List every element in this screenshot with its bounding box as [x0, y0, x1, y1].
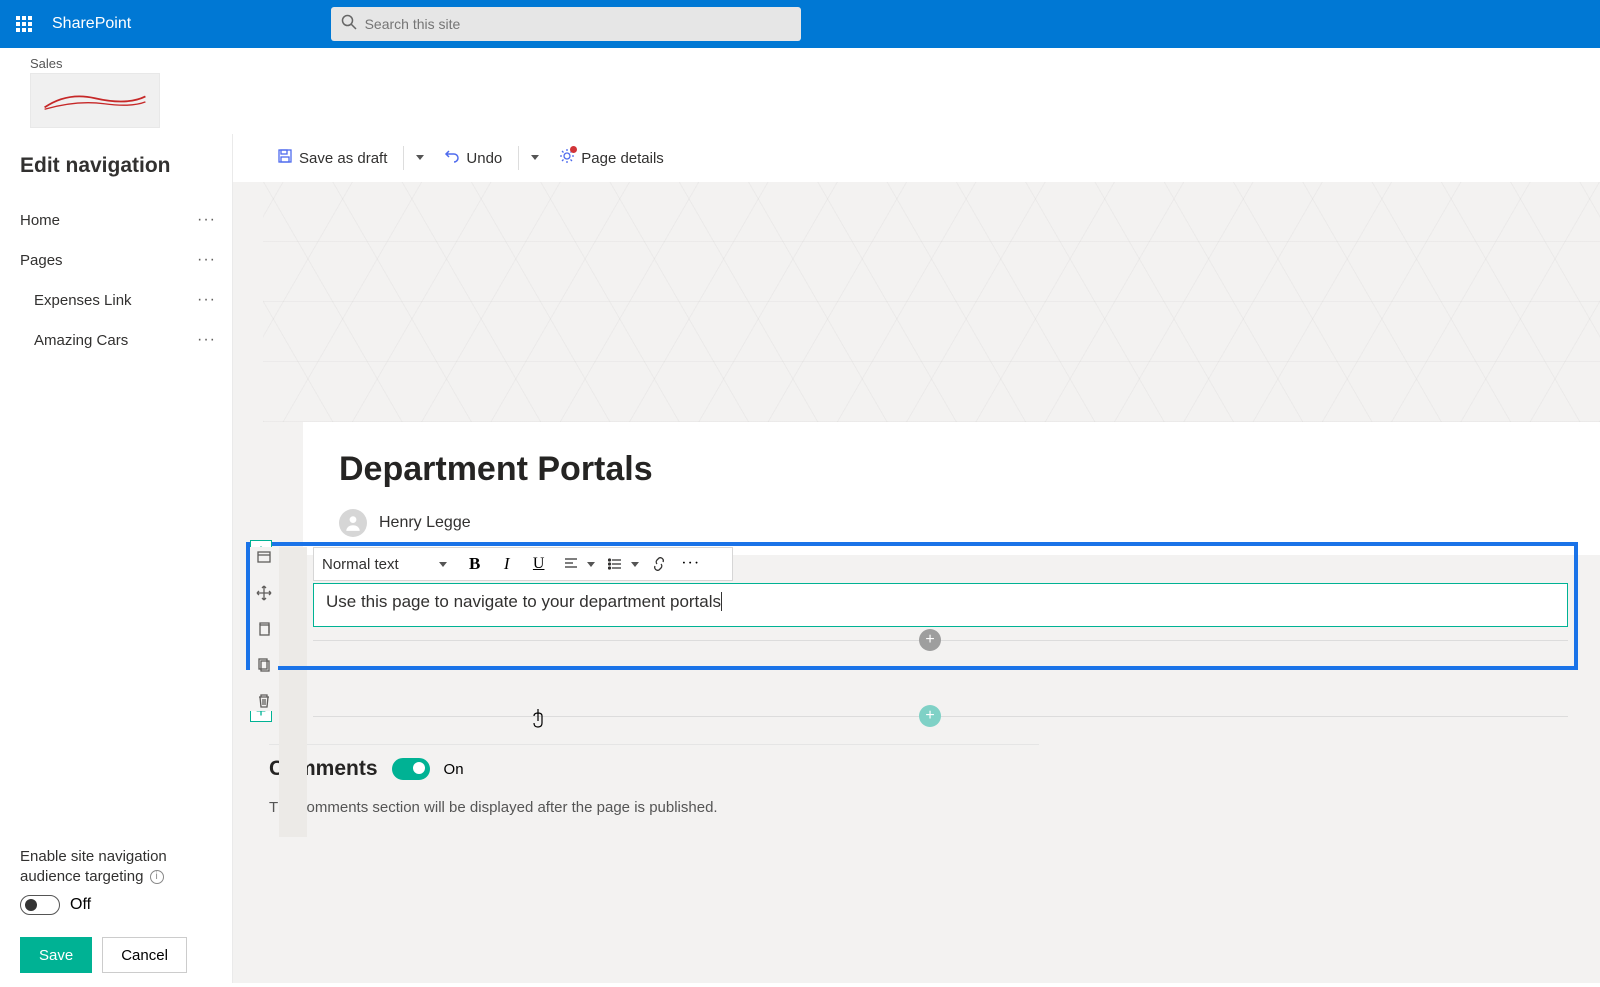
- add-section-button[interactable]: +: [919, 705, 941, 727]
- nav-item-expenses-link[interactable]: Expenses Link ···: [20, 280, 216, 320]
- delete-section-icon[interactable]: [254, 691, 274, 711]
- link-button[interactable]: [647, 552, 671, 576]
- nav-item-pages[interactable]: Pages ···: [20, 240, 216, 280]
- save-as-draft-label: Save as draft: [299, 150, 387, 167]
- divider: [518, 146, 519, 170]
- app-launcher-icon[interactable]: [0, 0, 48, 48]
- align-button[interactable]: [559, 552, 583, 576]
- comments-note: The comments section will be displayed a…: [269, 799, 718, 816]
- save-button[interactable]: Save: [20, 937, 92, 973]
- command-bar: Save as draft Undo Page details: [233, 134, 1600, 182]
- app-name[interactable]: SharePoint: [52, 15, 131, 33]
- cancel-button[interactable]: Cancel: [102, 937, 187, 973]
- gear-icon: [559, 148, 575, 168]
- nav-item-amazing-cars[interactable]: Amazing Cars ···: [20, 320, 216, 360]
- undo-button[interactable]: Undo: [434, 144, 512, 172]
- nav-item-label: Home: [20, 212, 60, 229]
- text-input-area[interactable]: Use this page to navigate to your depart…: [313, 583, 1568, 627]
- undo-chevron[interactable]: [525, 145, 545, 171]
- search-input[interactable]: [357, 16, 791, 32]
- divider: [269, 744, 1039, 745]
- site-name: Sales: [30, 56, 1570, 71]
- mouse-cursor-icon: [528, 707, 548, 737]
- chevron-down-icon: [439, 562, 447, 567]
- audience-targeting-label: Enable site navigation audience targetin…: [20, 847, 216, 888]
- search-icon: [341, 14, 357, 35]
- divider: [403, 146, 404, 170]
- nav-item-home[interactable]: Home ···: [20, 200, 216, 240]
- info-icon[interactable]: i: [150, 870, 164, 884]
- nav-item-more-icon[interactable]: ···: [197, 251, 216, 269]
- header-background: [263, 182, 1600, 422]
- page-canvas: Save as draft Undo Page details: [232, 134, 1600, 983]
- author-name: Henry Legge: [379, 514, 471, 532]
- text-style-label: Normal text: [322, 556, 399, 573]
- more-formatting-button[interactable]: ···: [679, 552, 703, 576]
- align-chevron-icon[interactable]: [587, 562, 595, 567]
- audience-targeting-toggle[interactable]: [20, 895, 60, 915]
- site-logo[interactable]: [30, 73, 160, 128]
- nav-item-more-icon[interactable]: ···: [197, 211, 216, 229]
- underline-button[interactable]: U: [527, 552, 551, 576]
- comments-toggle[interactable]: [392, 758, 430, 780]
- site-header: Sales: [0, 48, 1600, 134]
- undo-label: Undo: [466, 150, 502, 167]
- list-chevron-icon[interactable]: [631, 562, 639, 567]
- nav-item-label: Pages: [20, 252, 63, 269]
- comments-toggle-state: On: [444, 761, 464, 778]
- audience-toggle-state: Off: [70, 896, 91, 914]
- duplicate-section-icon[interactable]: [254, 619, 274, 639]
- list-button[interactable]: [603, 552, 627, 576]
- text-content: Use this page to navigate to your depart…: [326, 592, 722, 611]
- save-as-draft-button[interactable]: Save as draft: [267, 144, 397, 172]
- undo-icon: [444, 148, 460, 168]
- search-box[interactable]: [331, 7, 801, 41]
- avatar[interactable]: [339, 509, 367, 537]
- move-section-icon[interactable]: [254, 583, 274, 603]
- edit-section-icon[interactable]: [254, 547, 274, 567]
- italic-button[interactable]: I: [495, 552, 519, 576]
- page-content: Department Portals Henry Legge: [303, 422, 1600, 555]
- suite-bar: SharePoint: [0, 0, 1600, 48]
- nav-item-more-icon[interactable]: ···: [197, 291, 216, 309]
- save-as-draft-chevron[interactable]: [410, 145, 430, 171]
- edit-nav-title: Edit navigation: [20, 154, 216, 178]
- comments-block: Comments On The comments section will be…: [269, 757, 718, 816]
- copy-section-icon[interactable]: [254, 655, 274, 675]
- page-details-button[interactable]: Page details: [549, 144, 674, 172]
- page-title[interactable]: Department Portals: [339, 450, 1564, 489]
- text-style-dropdown[interactable]: Normal text: [322, 556, 455, 573]
- nav-item-more-icon[interactable]: ···: [197, 331, 216, 349]
- nav-item-label: Expenses Link: [34, 292, 132, 309]
- save-icon: [277, 148, 293, 168]
- author-row: Henry Legge: [339, 509, 1564, 537]
- rich-text-toolbar: Normal text B I U: [313, 547, 733, 581]
- edit-navigation-panel: Edit navigation Home ··· Pages ··· Expen…: [0, 134, 232, 983]
- nav-item-label: Amazing Cars: [34, 332, 128, 349]
- page-details-label: Page details: [581, 150, 664, 167]
- bold-button[interactable]: B: [463, 552, 487, 576]
- text-webpart[interactable]: Normal text B I U: [313, 547, 1568, 627]
- section-tools: [250, 547, 278, 711]
